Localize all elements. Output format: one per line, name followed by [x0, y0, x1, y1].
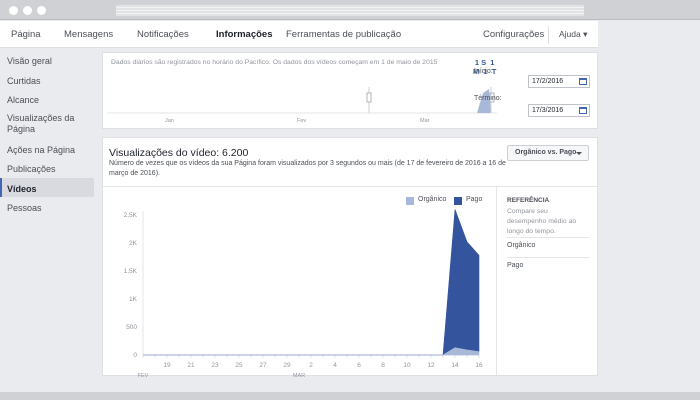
maximize-dot-icon[interactable] [37, 6, 46, 15]
reference-title: REFERÊNCIA [507, 197, 550, 204]
timezone-note: Dados diários são registrados no horário… [111, 59, 438, 66]
tab-insights[interactable]: Informações [216, 29, 273, 40]
tab-page[interactable]: Página [11, 29, 41, 40]
timeline-month-label: Mar [420, 118, 430, 124]
calendar-icon[interactable] [579, 107, 587, 114]
x-tick-label: 21 [187, 362, 195, 369]
x-tick-label: 12 [427, 362, 435, 369]
video-views-description: Número de vezes que os vídeos da sua Pág… [109, 160, 506, 177]
sidebar-item-overview[interactable]: Visão geral [0, 50, 94, 70]
sidebar-item-videos[interactable]: Vídeos [0, 177, 94, 197]
sidebar-item-posts[interactable]: Publicações [0, 158, 94, 178]
y-tick-label: 0 [133, 352, 137, 359]
x-tick-label: 29 [283, 362, 291, 369]
x-tick-label: 8 [381, 362, 385, 369]
x-tick-label: 4 [333, 362, 337, 369]
sidebar-item-page-actions[interactable]: Ações na Página [0, 139, 94, 159]
timeline-month-label: Jan [165, 118, 174, 124]
range-handle-left-icon [366, 92, 372, 103]
end-date-value: 17/3/2016 [532, 107, 564, 114]
minimize-dot-icon[interactable] [23, 6, 32, 15]
right-gutter [598, 21, 700, 400]
y-tick-label: 1,5K [124, 268, 138, 275]
x-tick-label: 27 [259, 362, 267, 369]
breakdown-dropdown-label: Orgânico vs. Pago [515, 149, 577, 156]
x-month-label: FEV [138, 373, 149, 377]
sidebar-item-people[interactable]: Pessoas [0, 197, 94, 217]
x-tick-label: 2 [309, 362, 313, 369]
window-bottom-edge [0, 392, 700, 400]
tab-messages[interactable]: Mensagens [64, 29, 113, 40]
x-month-label: MAR [293, 373, 305, 377]
sidebar-item-reach[interactable]: Alcance [0, 89, 94, 109]
start-date-label: Início: [474, 68, 493, 75]
start-date-field[interactable]: 17/2/2016 [528, 75, 590, 88]
video-views-title: Visualizações do vídeo: 6.200 [109, 147, 249, 159]
address-bar[interactable] [116, 5, 584, 16]
reference-item-organic[interactable]: Orgânico [507, 237, 589, 249]
end-date-label: Término: [474, 95, 502, 102]
paid-series-area [143, 209, 480, 356]
sidebar-item-page-views[interactable]: Visualizações da Página [0, 109, 94, 139]
organic-series-area [143, 347, 480, 356]
date-range-panel: Dados diários são registrados no horário… [102, 52, 598, 129]
insights-sidebar: Visão geral Curtidas Alcance Visualizaçõ… [0, 50, 94, 217]
y-tick-label: 500 [126, 324, 137, 331]
start-date-value: 17/2/2016 [532, 78, 564, 85]
calendar-icon[interactable] [579, 78, 587, 85]
browser-titlebar [0, 0, 700, 20]
nav-divider [548, 26, 549, 44]
reference-item-paid[interactable]: Pago [507, 257, 589, 269]
y-tick-label: 2K [129, 240, 138, 247]
x-tick-label: 10 [403, 362, 411, 369]
video-views-chart[interactable]: 0 500 1K 1,5K 2K 2,5K 19 21 23 25 27 29 2 4 6 8 10 12 14 16… [103, 187, 495, 377]
reference-description: Compare seu desempenho médio ao longo do… [507, 208, 577, 235]
tab-notifications[interactable]: Notificações [137, 29, 189, 40]
sidebar-item-likes[interactable]: Curtidas [0, 70, 94, 90]
x-tick-label: 19 [163, 362, 171, 369]
timeline-month-label: Fev [297, 118, 307, 124]
x-tick-label: 25 [235, 362, 243, 369]
x-tick-label: 23 [211, 362, 219, 369]
y-tick-label: 1K [129, 296, 138, 303]
y-tick-label: 2,5K [124, 212, 138, 219]
tab-publishing-tools[interactable]: Ferramentas de publicação [286, 29, 401, 40]
end-date-field[interactable]: 17/3/2016 [528, 104, 590, 117]
reference-panel: REFERÊNCIA Compare seu desempenho médio … [496, 187, 597, 375]
close-dot-icon[interactable] [9, 6, 18, 15]
help-menu[interactable]: Ajuda ▾ [559, 29, 587, 40]
x-tick-label: 16 [475, 362, 483, 369]
x-tick-label: 6 [357, 362, 361, 369]
breakdown-dropdown[interactable]: Orgânico vs. Pago [507, 145, 589, 161]
tab-settings[interactable]: Configurações [483, 29, 544, 40]
browser-window: Página Mensagens Notificações Informaçõe… [0, 0, 700, 400]
chevron-down-icon [576, 152, 582, 155]
page-top-nav: Página Mensagens Notificações Informaçõe… [0, 21, 598, 48]
video-views-panel: Visualizações do vídeo: 6.200 Número de … [102, 137, 598, 377]
x-tick-label: 14 [451, 362, 459, 369]
